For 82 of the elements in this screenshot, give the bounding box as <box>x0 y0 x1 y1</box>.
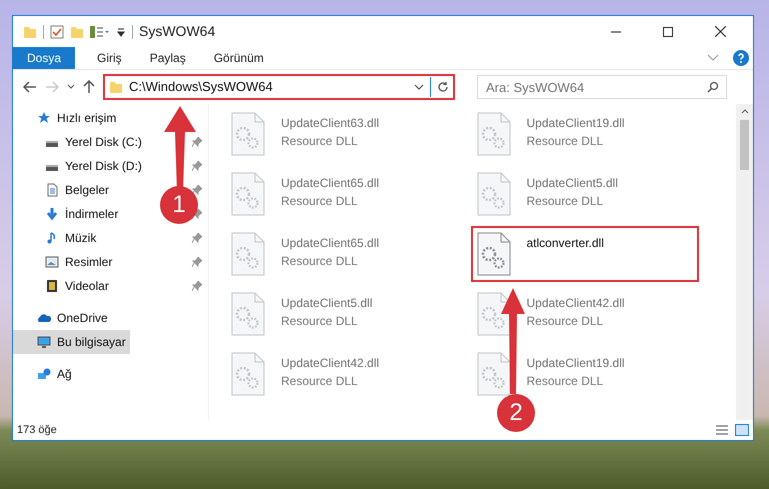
search-icon <box>707 81 719 93</box>
sidebar-item[interactable]: İndirmeler <box>13 202 122 226</box>
file-type: Resource DLL <box>526 193 604 210</box>
file-type: Resource DLL <box>526 313 604 330</box>
dll-file-icon <box>476 232 510 276</box>
dll-file-icon <box>231 352 265 396</box>
file-type: Resource DLL <box>281 373 359 390</box>
address-field[interactable]: C:\Windows\SysWOW64 <box>103 74 455 100</box>
file-type: Resource DLL <box>526 133 604 150</box>
file-type: Resource DLL <box>281 313 359 330</box>
sidebar-item[interactable]: Resimler <box>13 250 116 274</box>
large-icons-view-icon[interactable] <box>735 424 749 436</box>
sidebar-item[interactable]: Ağ <box>13 362 76 386</box>
file-name: UpdateClient19.dll <box>526 355 625 372</box>
scrollbar[interactable] <box>736 104 753 420</box>
file-name: atlconverter.dll <box>526 235 604 252</box>
dll-file-icon <box>476 292 510 336</box>
dll-file-icon <box>476 352 510 396</box>
file-item[interactable]: UpdateClient42.dll Resource DLL <box>470 286 698 338</box>
film-icon <box>45 279 59 293</box>
window-title: SysWOW64 <box>139 22 216 41</box>
sidebar-item[interactable]: Hızlı erişim <box>13 106 120 130</box>
back-arrow-icon[interactable] <box>23 81 37 93</box>
file-item[interactable]: atlconverter.dll <box>470 226 698 282</box>
picture-icon <box>45 255 59 269</box>
ribbon-tab[interactable]: Giriş <box>83 47 136 69</box>
sidebar-item[interactable]: Yerel Disk (D:) <box>13 154 146 178</box>
dll-file-icon <box>231 172 265 216</box>
dll-file-icon <box>231 232 265 276</box>
dll-file-icon <box>476 172 510 216</box>
file-type: Resource DLL <box>281 133 359 150</box>
sidebar-item[interactable]: Yerel Disk (C:) <box>13 130 146 154</box>
file-name: UpdateClient65.dll <box>281 175 380 192</box>
file-item[interactable]: UpdateClient65.dll Resource DLL <box>225 166 453 218</box>
chevron-down-icon[interactable] <box>67 84 75 90</box>
file-type: Resource DLL <box>526 373 604 390</box>
folder-icon <box>109 80 123 94</box>
file-name: UpdateClient5.dll <box>526 175 618 192</box>
file-name: UpdateClient63.dll <box>281 115 380 132</box>
file-item[interactable]: UpdateClient5.dll Resource DLL <box>225 286 453 338</box>
file-item[interactable]: UpdateClient19.dll Resource DLL <box>470 106 698 158</box>
ribbon-tab[interactable]: Görünüm <box>200 47 278 69</box>
sidebar-item[interactable]: Bu bilgisayar <box>13 330 130 354</box>
maximize-icon <box>663 26 673 36</box>
checklist-icon[interactable] <box>50 24 64 38</box>
dll-file-icon <box>231 112 265 156</box>
file-type: Resource DLL <box>281 193 359 210</box>
search-field[interactable]: Ara: SysWOW64 <box>477 75 727 99</box>
file-name: UpdateClient5.dll <box>281 295 372 312</box>
close-icon <box>714 26 726 37</box>
up-arrow-icon[interactable] <box>83 80 95 94</box>
properties-icon[interactable] <box>90 24 110 38</box>
file-name: UpdateClient42.dll <box>281 355 380 372</box>
chevron-up-icon[interactable] <box>740 109 748 114</box>
file-item[interactable]: UpdateClient5.dll Resource DLL <box>470 166 698 218</box>
file-name: UpdateClient42.dll <box>526 295 625 312</box>
scrollbar-thumb[interactable] <box>740 120 749 170</box>
dropdown-icon[interactable] <box>116 26 126 36</box>
chevron-down-icon[interactable] <box>414 84 424 90</box>
file-item[interactable]: UpdateClient63.dll Resource DLL <box>225 106 453 158</box>
computer-icon <box>37 335 51 349</box>
star-icon <box>37 111 51 125</box>
file-item[interactable]: UpdateClient42.dll Resource DLL <box>225 346 453 398</box>
file-item[interactable]: UpdateClient65.dll Resource DLL <box>225 226 453 278</box>
sidebar-item[interactable]: OneDrive <box>13 306 112 330</box>
dll-file-icon <box>476 112 510 156</box>
dll-file-icon <box>231 292 265 336</box>
file-name: UpdateClient65.dll <box>281 235 380 252</box>
ribbon-tab[interactable]: Dosya <box>13 47 76 69</box>
sidebar-item[interactable]: Belgeler <box>13 178 114 202</box>
sidebar-item[interactable]: Videolar <box>13 274 113 298</box>
sidebar-item[interactable]: Müzik <box>13 226 100 250</box>
item-count: 173 öğe <box>17 422 57 438</box>
file-name: UpdateClient19.dll <box>526 115 625 132</box>
refresh-icon[interactable] <box>437 81 449 93</box>
ribbon-tab[interactable]: Paylaş <box>136 47 200 69</box>
network-icon <box>37 367 51 381</box>
document-icon <box>45 183 59 197</box>
help-icon[interactable] <box>733 50 749 66</box>
file-type: Resource DLL <box>281 253 359 270</box>
details-view-icon[interactable] <box>715 424 729 436</box>
down-arrow-icon <box>45 207 59 221</box>
